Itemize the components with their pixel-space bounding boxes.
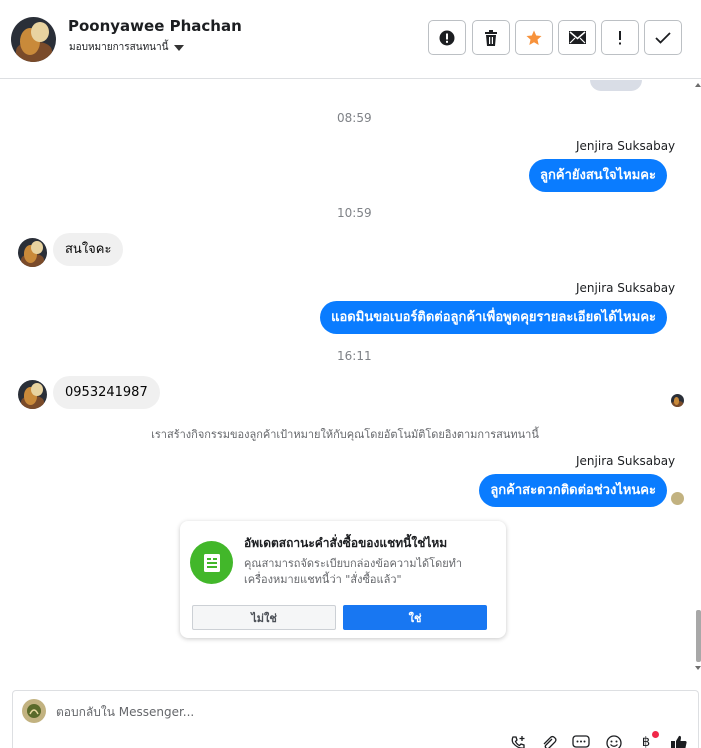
saved-reply-icon[interactable] — [572, 735, 590, 748]
outgoing-message[interactable]: ลูกค้าสะดวกติดต่อช่วงไหนคะ — [479, 474, 667, 507]
receipt-icon — [190, 541, 233, 584]
follow-up-button[interactable] — [601, 20, 639, 55]
emoji-icon[interactable] — [605, 735, 623, 748]
contact-avatar-small[interactable] — [18, 238, 47, 267]
check-icon — [655, 31, 671, 44]
exclamation-icon — [619, 30, 621, 44]
exclamation-circle-icon — [439, 30, 455, 45]
mark-unread-button[interactable] — [558, 20, 596, 55]
mark-done-button[interactable] — [644, 20, 682, 55]
yes-button[interactable]: ใช่ — [343, 605, 487, 630]
attachment-icon[interactable] — [540, 735, 558, 748]
previous-image-attachment[interactable] — [590, 80, 642, 91]
message-composer: ฿ — [12, 690, 699, 748]
scrollbar-thumb[interactable] — [696, 610, 701, 662]
report-spam-button[interactable] — [428, 20, 466, 55]
scroll-up-arrow[interactable] — [695, 83, 701, 87]
conversation-header: Poonyawee Phachan มอบหมายการสนทนานี้ — [0, 0, 701, 79]
envelope-icon — [568, 31, 586, 44]
timestamp: 16:11 — [337, 349, 372, 363]
system-note: เราสร้างกิจกรรมของลูกค้าเป้าหมายให้กับคุ… — [151, 428, 539, 441]
trash-icon — [485, 29, 497, 46]
read-receipt-avatar — [671, 394, 684, 407]
card-description: คุณสามารถจัดระเบียบกล่องข้อความได้โดยทำเ… — [244, 557, 463, 586]
outgoing-message[interactable]: แอดมินขอเบอร์ติดต่อลูกค้าเพื่อพูดคุยรายล… — [320, 301, 667, 334]
timestamp: 10:59 — [337, 206, 372, 220]
sender-name: Jenjira Suksabay — [576, 281, 676, 295]
sender-name: Jenjira Suksabay — [576, 139, 676, 153]
scroll-down-arrow[interactable] — [695, 666, 701, 670]
caret-down-icon — [174, 44, 185, 51]
incoming-message[interactable]: สนใจคะ — [53, 233, 124, 266]
star-button[interactable] — [515, 20, 553, 55]
contact-avatar[interactable] — [11, 17, 56, 62]
card-title: อัพเดตสถานะคำสั่งซื้อของแชทนี้ใช่ไหม — [244, 536, 448, 550]
read-receipt-avatar — [671, 492, 684, 505]
sender-name: Jenjira Suksabay — [576, 454, 676, 468]
assign-conversation-dropdown[interactable]: มอบหมายการสนทนานี้ — [69, 40, 185, 55]
page-avatar — [22, 699, 46, 723]
like-icon[interactable] — [670, 735, 688, 748]
outgoing-message[interactable]: ลูกค้ายังสนใจไหมคะ — [529, 159, 667, 192]
incoming-message[interactable]: 0953241987 — [53, 376, 160, 409]
order-status-card: อัพเดตสถานะคำสั่งซื้อของแชทนี้ใช่ไหม คุณ… — [180, 521, 506, 638]
add-contact-icon[interactable] — [509, 735, 527, 748]
assign-label: มอบหมายการสนทนานี้ — [69, 42, 169, 53]
contact-avatar-small[interactable] — [18, 380, 47, 409]
contact-name[interactable]: Poonyawee Phachan — [68, 17, 242, 35]
reply-input[interactable] — [56, 702, 556, 722]
delete-button[interactable] — [472, 20, 510, 55]
no-button[interactable]: ไม่ใช่ — [192, 605, 336, 630]
star-icon — [526, 30, 542, 45]
notification-dot — [652, 731, 659, 738]
timestamp: 08:59 — [337, 111, 372, 125]
